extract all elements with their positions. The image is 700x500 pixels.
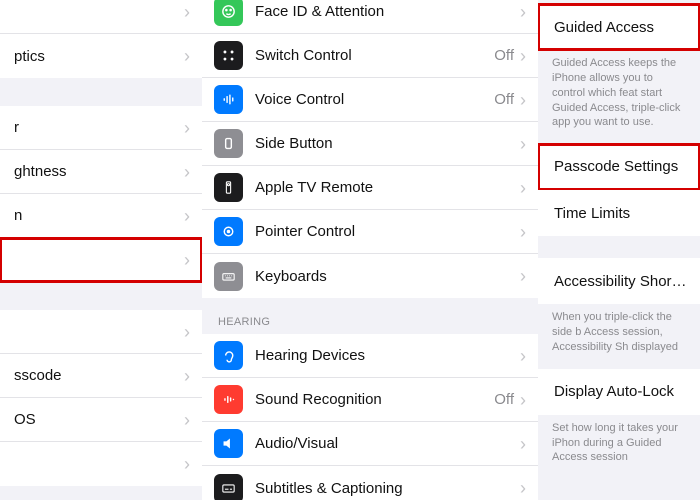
row-label: Display Auto-Lock	[554, 383, 688, 400]
keyboards-icon	[214, 262, 243, 291]
sidebar-item-label: n	[14, 207, 184, 224]
row-label: Guided Access	[554, 19, 688, 36]
chevron-right-icon: ›	[184, 47, 190, 65]
sidebar-item[interactable]: ›	[0, 310, 202, 354]
accessibility-panel: Face ID & Attention › Switch Control Off…	[202, 0, 538, 500]
row-audio-visual[interactable]: Audio/Visual ›	[202, 422, 538, 466]
row-pointer-control[interactable]: Pointer Control ›	[202, 210, 538, 254]
settings-sidebar: › ptics › r › ghtness › n › › ›	[0, 0, 202, 500]
chevron-right-icon: ›	[184, 3, 190, 21]
chevron-right-icon: ›	[184, 367, 190, 385]
chevron-right-icon: ›	[520, 435, 526, 453]
chevron-right-icon: ›	[184, 207, 190, 225]
row-value: Off	[494, 391, 514, 408]
row-hearing-devices[interactable]: Hearing Devices ›	[202, 334, 538, 378]
row-side-button[interactable]: Side Button ›	[202, 122, 538, 166]
row-label: Apple TV Remote	[255, 179, 520, 196]
row-label: Voice Control	[255, 91, 494, 108]
chevron-right-icon: ›	[520, 479, 526, 497]
row-display-auto-lock[interactable]: Display Auto-Lock	[538, 369, 700, 415]
side-button-icon	[214, 129, 243, 158]
sidebar-item-haptics[interactable]: ptics ›	[0, 34, 202, 78]
sidebar-item[interactable]: r ›	[0, 106, 202, 150]
chevron-right-icon: ›	[184, 455, 190, 473]
chevron-right-icon: ›	[520, 135, 526, 153]
row-face-id[interactable]: Face ID & Attention ›	[202, 0, 538, 34]
row-time-limits[interactable]: Time Limits	[538, 190, 700, 236]
row-label: Keyboards	[255, 268, 520, 285]
row-label: Audio/Visual	[255, 435, 520, 452]
row-guided-access-toggle[interactable]: Guided Access	[538, 4, 700, 50]
voice-control-icon	[214, 85, 243, 114]
row-label: Passcode Settings	[554, 158, 688, 175]
sidebar-item-label: ptics	[14, 48, 184, 65]
row-sound-recognition[interactable]: Sound Recognition Off ›	[202, 378, 538, 422]
accessibility-shortcut-description: When you triple-click the side b Access …	[538, 304, 700, 369]
row-label: Subtitles & Captioning	[255, 480, 520, 497]
row-label: Side Button	[255, 135, 520, 152]
sidebar-item-passcode[interactable]: sscode ›	[0, 354, 202, 398]
row-label: Sound Recognition	[255, 391, 494, 408]
chevron-right-icon: ›	[184, 163, 190, 181]
row-switch-control[interactable]: Switch Control Off ›	[202, 34, 538, 78]
row-subtitles[interactable]: Subtitles & Captioning ›	[202, 466, 538, 500]
sidebar-item-sos[interactable]: OS ›	[0, 398, 202, 442]
pointer-control-icon	[214, 217, 243, 246]
chevron-right-icon: ›	[520, 179, 526, 197]
sidebar-item-label: ghtness	[14, 163, 184, 180]
chevron-right-icon: ›	[520, 91, 526, 109]
face-id-icon	[214, 0, 243, 26]
audio-visual-icon	[214, 429, 243, 458]
sidebar-item[interactable]: n ›	[0, 194, 202, 238]
row-keyboards[interactable]: Keyboards ›	[202, 254, 538, 298]
row-label: Pointer Control	[255, 223, 520, 240]
apple-tv-remote-icon	[214, 173, 243, 202]
row-passcode-settings[interactable]: Passcode Settings	[538, 144, 700, 190]
sidebar-item-accessibility[interactable]: ›	[0, 238, 202, 282]
chevron-right-icon: ›	[520, 223, 526, 241]
chevron-right-icon: ›	[520, 47, 526, 65]
chevron-right-icon: ›	[520, 347, 526, 365]
sidebar-item[interactable]: ›	[0, 442, 202, 486]
row-label: Time Limits	[554, 205, 688, 222]
chevron-right-icon: ›	[184, 119, 190, 137]
row-value: Off	[494, 91, 514, 108]
chevron-right-icon: ›	[520, 267, 526, 285]
subtitles-icon	[214, 474, 243, 500]
switch-control-icon	[214, 41, 243, 70]
row-apple-tv-remote[interactable]: Apple TV Remote ›	[202, 166, 538, 210]
display-auto-lock-description: Set how long it takes your iPhon during …	[538, 415, 700, 480]
chevron-right-icon: ›	[184, 411, 190, 429]
sidebar-item-brightness[interactable]: ghtness ›	[0, 150, 202, 194]
chevron-right-icon: ›	[520, 391, 526, 409]
sidebar-item-label: OS	[14, 411, 184, 428]
row-label: Switch Control	[255, 47, 494, 64]
chevron-right-icon: ›	[184, 251, 190, 269]
sidebar-item-label: sscode	[14, 367, 184, 384]
guided-access-panel: Guided Access Guided Access keeps the iP…	[538, 0, 700, 500]
sound-recognition-icon	[214, 385, 243, 414]
hearing-devices-icon	[214, 341, 243, 370]
sidebar-item-unknown[interactable]: ›	[0, 0, 202, 34]
row-accessibility-shortcut[interactable]: Accessibility Shortcut	[538, 258, 700, 304]
row-label: Hearing Devices	[255, 347, 520, 364]
row-label: Face ID & Attention	[255, 3, 520, 20]
chevron-right-icon: ›	[184, 323, 190, 341]
chevron-right-icon: ›	[520, 3, 526, 21]
row-voice-control[interactable]: Voice Control Off ›	[202, 78, 538, 122]
guided-access-description: Guided Access keeps the iPhone allows yo…	[538, 50, 700, 144]
section-header-hearing: HEARING	[202, 298, 538, 334]
row-label: Accessibility Shortcut	[554, 273, 688, 290]
row-value: Off	[494, 47, 514, 64]
sidebar-item-label: r	[14, 119, 184, 136]
